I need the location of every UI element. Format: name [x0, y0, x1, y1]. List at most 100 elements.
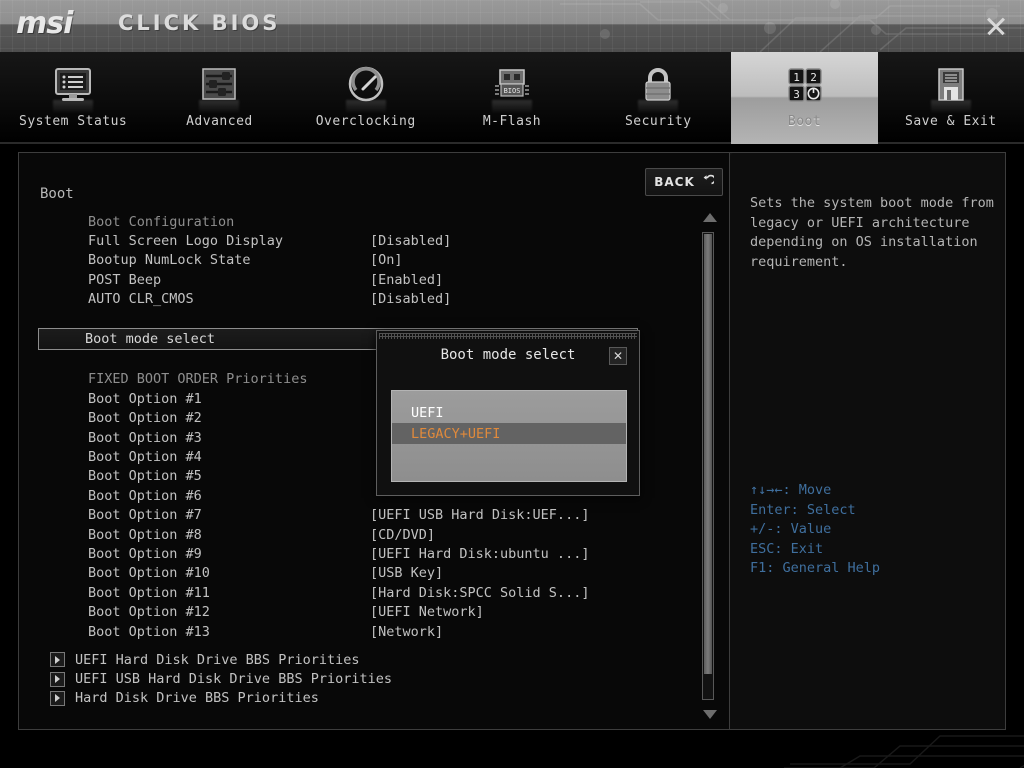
submenu-arrow-icon	[50, 671, 65, 687]
nav-item-boot[interactable]: 123 Boot	[731, 52, 878, 144]
settings-row-value: [UEFI USB Hard Disk:UEF...]	[370, 507, 590, 524]
icon-reflection	[930, 100, 971, 114]
back-button-label: BACK	[654, 175, 695, 189]
footer-circuit-decor	[0, 730, 1024, 768]
bbs-priorities-label: UEFI USB Hard Disk Drive BBS Priorities	[75, 671, 392, 688]
boot-mode-option[interactable]: UEFI	[392, 402, 626, 423]
svg-text:1: 1	[793, 71, 800, 84]
settings-row[interactable]: Boot Option #8 [CD/DVD]	[40, 525, 685, 544]
undo-arrow-icon	[701, 174, 716, 190]
icon-reflection	[638, 100, 679, 114]
page-title: Boot	[40, 186, 74, 202]
submenu-arrow-icon	[50, 690, 65, 706]
settings-row[interactable]: Bootup NumLock State [On]	[40, 251, 685, 270]
settings-row-label: Boot Option #10	[88, 565, 210, 582]
bbs-priorities-row[interactable]: Hard Disk Drive BBS Priorities	[40, 689, 685, 708]
nav-item-security[interactable]: Security	[585, 52, 731, 144]
dialog-close-icon[interactable]: ✕	[609, 347, 627, 365]
nav-label: Save & Exit	[905, 114, 997, 129]
help-key-line: Enter: Select	[750, 501, 856, 518]
settings-row-label: Boot Option #4	[88, 448, 202, 465]
settings-row-label: Boot Option #5	[88, 468, 202, 485]
settings-row[interactable]: Boot Option #13 [Network]	[40, 622, 685, 641]
scroll-up-icon[interactable]	[703, 213, 717, 222]
help-key-line: ↑↓→←: Move	[750, 482, 832, 498]
boot-order-icon: 123	[782, 62, 828, 108]
settings-row[interactable]: Boot Option #12 [UEFI Network]	[40, 602, 685, 621]
nav-item-overclocking[interactable]: Overclocking	[293, 52, 439, 144]
settings-row-label: POST Beep	[88, 271, 162, 288]
settings-row-label: Bootup NumLock State	[88, 252, 251, 269]
settings-row-value: [USB Key]	[370, 565, 444, 582]
settings-row-label: Boot Option #1	[88, 390, 202, 407]
icon-reflection	[53, 100, 94, 114]
nav-label: Security	[624, 114, 692, 129]
boot-mode-option[interactable]: LEGACY+UEFI	[392, 423, 626, 444]
settings-scrollbar[interactable]	[700, 210, 717, 722]
icon-reflection	[345, 100, 386, 114]
nav-label: Advanced	[186, 114, 253, 129]
boot-mode-options-list[interactable]: UEFI LEGACY+UEFI	[391, 390, 627, 482]
settings-row-value: [On]	[370, 252, 403, 269]
settings-row-label: Boot Option #11	[88, 584, 210, 601]
scrollbar-track[interactable]	[702, 232, 714, 700]
back-button[interactable]: BACK	[645, 168, 723, 196]
settings-row-label: Boot Option #12	[88, 604, 210, 621]
nav-label: M-Flash	[482, 114, 542, 129]
scroll-down-icon[interactable]	[703, 710, 717, 719]
msi-logo: msi	[16, 6, 73, 41]
settings-row: Boot Configuration	[40, 212, 685, 231]
settings-row-label: Boot Option #8	[88, 526, 202, 543]
svg-text:2: 2	[810, 71, 817, 84]
boot-mode-select-dialog: Boot mode select ✕ UEFI LEGACY+UEFI	[376, 330, 640, 496]
settings-row-label: Boot Option #7	[88, 507, 202, 524]
settings-row-value: [CD/DVD]	[370, 526, 436, 543]
window-close-icon[interactable]	[982, 12, 1010, 40]
settings-row-value: [UEFI Hard Disk:ubuntu ...]	[370, 545, 590, 562]
icon-reflection	[491, 100, 532, 114]
settings-row[interactable]: Boot Option #9 [UEFI Hard Disk:ubuntu ...…	[40, 544, 685, 563]
settings-row-label: Boot Option #13	[88, 623, 210, 640]
settings-row-value: [Enabled]	[370, 271, 444, 288]
click-bios-wordmark: CLICK BIOS	[118, 11, 281, 35]
bios-screen: msi CLICK BIOS System Status Advanced Ov…	[0, 0, 1024, 768]
bbs-priorities-label: Hard Disk Drive BBS Priorities	[75, 690, 319, 707]
nav-item-advanced[interactable]: Advanced	[146, 52, 292, 144]
svg-text:BIOS: BIOS	[504, 87, 521, 95]
settings-row-label: Boot Option #9	[88, 545, 202, 562]
settings-row[interactable]: Full Screen Logo Display [Disabled]	[40, 231, 685, 250]
bbs-priorities-row[interactable]: UEFI Hard Disk Drive BBS Priorities	[40, 650, 685, 669]
help-key-line: +/-: Value	[750, 521, 832, 537]
settings-row-label: Boot Option #2	[88, 410, 202, 427]
bbs-priorities-row[interactable]: UEFI USB Hard Disk Drive BBS Priorities	[40, 669, 685, 688]
settings-row-value: [Disabled]	[370, 291, 452, 308]
nav-item-system-status[interactable]: System Status	[0, 52, 146, 144]
bbs-priorities-label: UEFI Hard Disk Drive BBS Priorities	[75, 651, 360, 668]
settings-row[interactable]: AUTO CLR_CMOS [Disabled]	[40, 290, 685, 309]
dialog-grip	[379, 333, 637, 339]
nav-label: System Status	[19, 114, 128, 129]
settings-row[interactable]: Boot Option #11 [Hard Disk:SPCC Solid S..…	[40, 583, 685, 602]
settings-row[interactable]: Boot Option #7 [UEFI USB Hard Disk:UEF...…	[40, 505, 685, 524]
bbs-priorities-list: UEFI Hard Disk Drive BBS Priorities UEFI …	[40, 650, 685, 708]
settings-row-value: [Hard Disk:SPCC Solid S...]	[370, 584, 590, 601]
main-navigation: System Status Advanced Overclocking BIOS…	[0, 52, 1024, 144]
settings-row-label: Boot Configuration	[88, 213, 235, 230]
settings-row-value: [Network]	[370, 623, 444, 640]
settings-row[interactable]: Boot Option #10 [USB Key]	[40, 564, 685, 583]
nav-item-m-flash[interactable]: BIOS M-Flash	[439, 52, 585, 144]
settings-row-label: Full Screen Logo Display	[88, 233, 284, 250]
dialog-title: Boot mode select	[440, 347, 576, 363]
help-key-line: ESC: Exit	[750, 540, 824, 557]
scrollbar-thumb[interactable]	[704, 234, 712, 674]
settings-row-label: AUTO CLR_CMOS	[88, 291, 194, 308]
svg-text:3: 3	[793, 88, 800, 101]
settings-row-label: Boot mode select	[85, 331, 216, 348]
settings-row-label: Boot Option #6	[88, 487, 202, 504]
app-header: msi CLICK BIOS	[0, 0, 1024, 52]
nav-item-save-exit[interactable]: Save & Exit	[878, 52, 1024, 144]
settings-row[interactable]: POST Beep [Enabled]	[40, 270, 685, 289]
submenu-arrow-icon	[50, 652, 65, 668]
settings-row-label: Boot Option #3	[88, 429, 202, 446]
